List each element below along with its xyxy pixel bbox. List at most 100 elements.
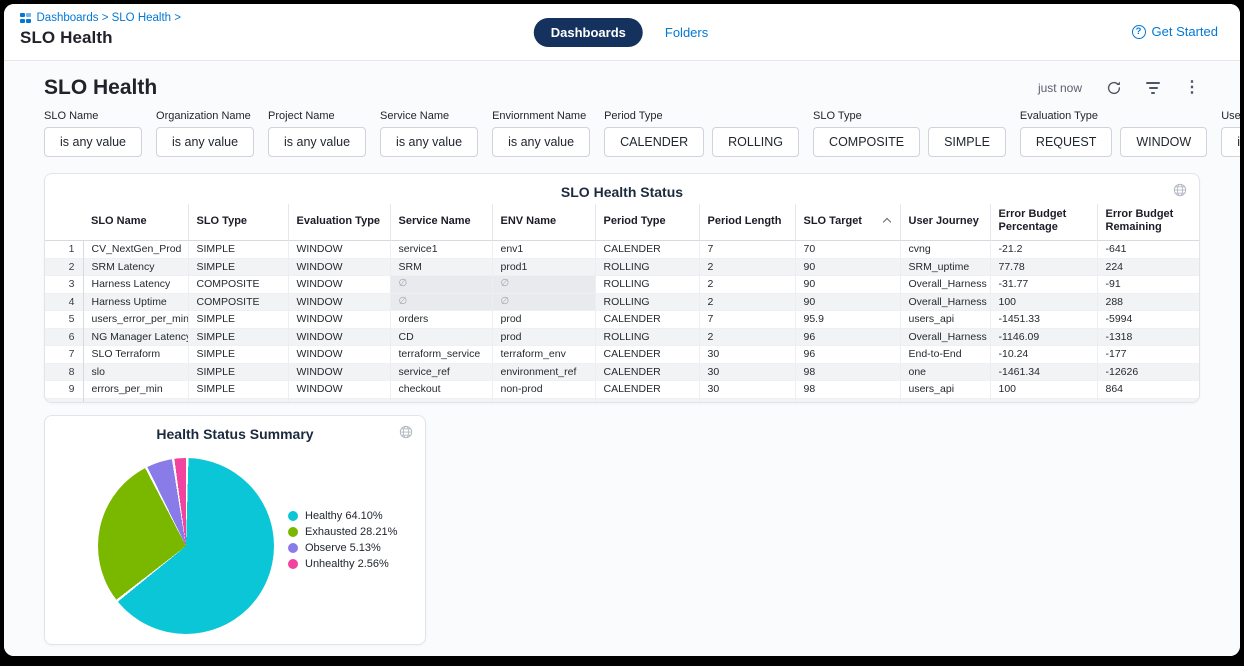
table-cell: SIMPLE [188, 363, 288, 381]
filter-value-button[interactable]: is any value [44, 127, 142, 157]
filter-option-button[interactable]: CALENDER [604, 127, 704, 157]
globe-icon[interactable] [1173, 183, 1187, 202]
column-header[interactable]: ENV Name [492, 204, 595, 241]
column-header[interactable]: Evaluation Type [288, 204, 390, 241]
row-number-header [45, 204, 83, 241]
dashboard-actions: just now ⋮ [1038, 80, 1200, 96]
filter-buttons: is any value [268, 127, 366, 157]
filter-buttons: is any value [1221, 127, 1240, 157]
filter-group-enviornment-name: Enviornment Nameis any value [492, 110, 590, 157]
table-cell: 70 [795, 241, 900, 259]
table-cell: 98 [795, 398, 900, 403]
filter-buttons: is any value [380, 127, 478, 157]
row-number: 8 [45, 363, 83, 381]
table-cell: -10.24 [990, 346, 1097, 364]
filter-group-period-type: Period Type CALENDER ROLLING [604, 110, 799, 157]
top-navigation-bar: Dashboards > SLO Health > SLO Health Das… [4, 4, 1240, 61]
filter-buttons: is any value [156, 127, 254, 157]
legend-color-dot [288, 559, 298, 569]
refresh-icon[interactable] [1106, 80, 1122, 96]
table-cell: 96 [795, 328, 900, 346]
legend-item[interactable]: Healthy 64.10% [288, 510, 397, 522]
table-cell: CALENDER [595, 346, 699, 364]
table-cell: 90 [795, 258, 900, 276]
filter-option-button[interactable]: COMPOSITE [813, 127, 920, 157]
filter-value-button[interactable]: is any value [268, 127, 366, 157]
table-cell: -177 [1097, 346, 1200, 364]
legend-item[interactable]: Exhausted 28.21% [288, 526, 397, 538]
table-cell: SIMPLE [188, 346, 288, 364]
chart-legend: Healthy 64.10% Exhausted 28.21% Observe 5.… [288, 510, 397, 570]
legend-color-dot [288, 527, 298, 537]
filter-option-button[interactable]: SIMPLE [928, 127, 1006, 157]
column-header[interactable]: Error Budget Remaining [1097, 204, 1200, 241]
dashboard-header: SLO Health just now ⋮ [4, 61, 1240, 100]
table-cell: 63.79 [990, 398, 1097, 403]
breadcrumb-text[interactable]: Dashboards > SLO Health > [37, 12, 181, 24]
pie-chart[interactable] [98, 458, 274, 634]
row-number: 1 [45, 241, 83, 259]
column-header[interactable]: Service Name [390, 204, 492, 241]
table-cell: 2 [699, 398, 795, 403]
column-header[interactable]: SLO Target [795, 204, 900, 241]
column-header[interactable]: User Journey [900, 204, 990, 241]
filter-value-button[interactable]: is any value [156, 127, 254, 157]
legend-item[interactable]: Unhealthy 2.56% [288, 558, 397, 570]
table-cell: checkout [390, 381, 492, 399]
filter-option-button[interactable]: WINDOW [1120, 127, 1207, 157]
row-number: 5 [45, 311, 83, 329]
filter-label: SLO Type [813, 110, 1006, 122]
get-started-link[interactable]: ? Get Started [1132, 24, 1218, 39]
table-cell: Harness Latency [83, 276, 188, 294]
column-header[interactable]: SLO Type [188, 204, 288, 241]
table-cell: -91 [1097, 276, 1200, 294]
table-cell: SRM_uptime [900, 258, 990, 276]
tab-dashboards[interactable]: Dashboards [534, 18, 643, 47]
window-page-title: SLO Health [20, 28, 181, 48]
table-row: 4Harness UptimeCOMPOSITEWINDOW∅∅ROLLING2… [45, 293, 1200, 311]
sort-ascending-icon [882, 217, 890, 225]
column-header[interactable]: SLO Name [83, 204, 188, 241]
filter-option-button[interactable]: REQUEST [1020, 127, 1112, 157]
table-cell: SIMPLE [188, 241, 288, 259]
table-cell: prod1 [492, 258, 595, 276]
table-cell: Overall_Harness [900, 328, 990, 346]
filter-value-button[interactable]: is any value [492, 127, 590, 157]
table-cell: errors_per_min [83, 381, 188, 399]
breadcrumb[interactable]: Dashboards > SLO Health > [20, 12, 181, 24]
breadcrumb-block: Dashboards > SLO Health > SLO Health [20, 12, 181, 48]
table-cell: -1451.33 [990, 311, 1097, 329]
column-header[interactable]: Period Length [699, 204, 795, 241]
filter-option-button[interactable]: ROLLING [712, 127, 799, 157]
filter-group-service-name: Service Name is any value [380, 110, 478, 157]
filter-value-button[interactable]: is any value [380, 127, 478, 157]
table-cell: prod [492, 398, 595, 403]
table-cell: WINDOW [288, 293, 390, 311]
column-header[interactable]: Error Budget Percentage [990, 204, 1097, 241]
table-cell: -1461.34 [990, 363, 1097, 381]
row-number: 9 [45, 381, 83, 399]
table-cell: 77.78 [990, 258, 1097, 276]
filter-value-button[interactable]: is any value [1221, 127, 1240, 157]
table-cell: prod [492, 328, 595, 346]
more-options-icon[interactable]: ⋮ [1184, 81, 1200, 95]
globe-icon[interactable] [399, 425, 413, 444]
row-number: 4 [45, 293, 83, 311]
table-cell: ROLLING [595, 328, 699, 346]
filter-label: SLO Name [44, 110, 142, 122]
table-cell: -5994 [1097, 311, 1200, 329]
tab-folders[interactable]: Folders [663, 18, 710, 47]
column-header[interactable]: Period Type [595, 204, 699, 241]
legend-item[interactable]: Observe 5.13% [288, 542, 397, 554]
filter-label: Period Type [604, 110, 799, 122]
table-cell: 100 [990, 293, 1097, 311]
table-cell: ROLLING [595, 276, 699, 294]
dashboard-title: SLO Health [44, 76, 157, 100]
filter-label: Service Name [380, 110, 478, 122]
filter-icon[interactable] [1146, 82, 1160, 94]
table-cell: CALENDER [595, 363, 699, 381]
table-cell: -12626 [1097, 363, 1200, 381]
last-refreshed-label: just now [1038, 81, 1082, 95]
table-cell: ROLLING [595, 293, 699, 311]
table-cell: 2 [699, 293, 795, 311]
